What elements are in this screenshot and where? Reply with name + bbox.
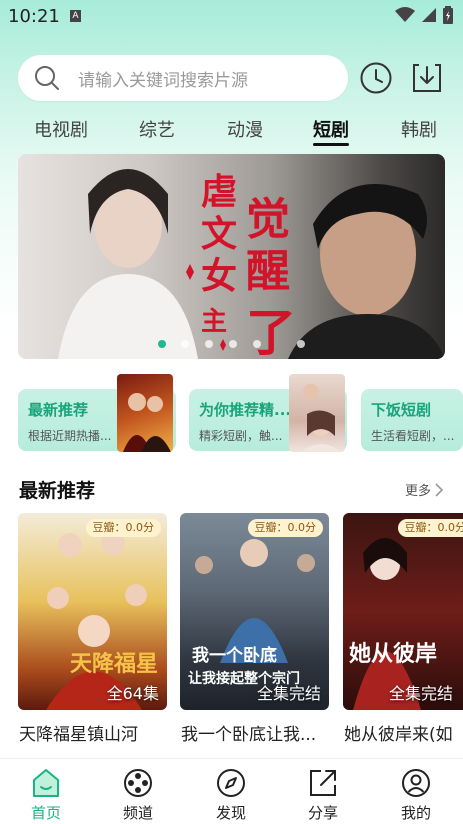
film-reel-icon <box>124 769 152 797</box>
signal-icon <box>422 8 436 22</box>
banner-dot[interactable] <box>253 340 261 348</box>
banner-dot[interactable] <box>229 340 237 348</box>
banner-dot[interactable] <box>297 340 305 348</box>
tab-variety[interactable]: 综艺 <box>139 116 175 142</box>
rating-badge: 豆瓣：0.0分 <box>85 519 161 537</box>
download-icon[interactable] <box>410 61 444 95</box>
banner-dot[interactable] <box>158 340 166 348</box>
nav-label: 频道 <box>122 804 153 822</box>
compass-icon <box>217 769 245 797</box>
search-placeholder: 请输入关键词搜索片源 <box>78 70 248 91</box>
nav-label: 分享 <box>307 804 338 822</box>
svg-text:觉: 觉 <box>246 194 290 245</box>
banner-dot[interactable] <box>181 340 189 348</box>
section-title: 最新推荐 <box>19 480 96 502</box>
rating-badge: 豆瓣：0.0分 <box>397 519 463 537</box>
episode-status: 全64集 <box>106 684 159 703</box>
more-label: 更多 <box>404 484 431 499</box>
poster-card[interactable]: 她从彼岸 豆瓣：0.0分 全集完结 <box>343 513 463 710</box>
svg-text:我一个卧底: 我一个卧底 <box>192 645 277 666</box>
active-tab-indicator <box>313 143 349 146</box>
poster-card[interactable]: 我一个卧底 让我接起整个宗门 豆瓣：0.0分 全集完结 <box>180 513 329 710</box>
nav-label: 首页 <box>30 804 61 822</box>
svg-text:女: 女 <box>201 255 237 297</box>
category-card-subtitle: 精彩短剧，触... <box>199 429 283 443</box>
category-card-dinner[interactable]: 下饭短剧 生活看短剧，... <box>361 389 463 451</box>
wifi-icon <box>395 7 415 22</box>
status-icons <box>395 6 453 24</box>
share-icon <box>310 770 336 796</box>
nav-home[interactable]: 首页 <box>16 767 76 823</box>
svg-text:了: 了 <box>246 303 296 359</box>
history-clock-icon[interactable] <box>359 61 393 95</box>
search-icon <box>35 66 59 90</box>
category-card-thumbnail <box>117 374 173 452</box>
category-card-title: 为你推荐精... <box>199 401 292 419</box>
category-tabs: 电视剧 综艺 动漫 短剧 韩剧 <box>0 112 463 152</box>
nav-channel[interactable]: 频道 <box>108 767 168 823</box>
rating-badge: 豆瓣：0.0分 <box>247 519 323 537</box>
bottom-navigation: 首页 频道 发现 分享 我的 <box>0 758 463 824</box>
search-input[interactable]: 请输入关键词搜索片源 <box>18 55 348 101</box>
nav-share[interactable]: 分享 <box>293 767 353 823</box>
poster-title[interactable]: 天降福星镇山河 <box>19 720 159 745</box>
status-bar: 10:21 A <box>0 0 463 34</box>
svg-text:文: 文 <box>201 213 237 255</box>
tab-short-drama[interactable]: 短剧 <box>313 116 349 142</box>
chevron-right-icon <box>435 482 443 497</box>
category-card-subtitle: 根据近期热播... <box>28 429 112 443</box>
poster-title[interactable]: 我一个卧底让我... <box>181 720 321 745</box>
svg-text:醒: 醒 <box>246 246 290 297</box>
more-link[interactable]: 更多 <box>405 480 443 499</box>
battery-icon <box>443 6 453 24</box>
poster-title[interactable]: 她从彼岸来(如 <box>344 720 463 745</box>
tab-anime[interactable]: 动漫 <box>227 116 263 142</box>
category-card-thumbnail <box>289 374 345 452</box>
banner-pagination <box>0 340 463 350</box>
home-icon <box>33 769 59 797</box>
nav-profile[interactable]: 我的 <box>386 767 446 823</box>
nav-discover[interactable]: 发现 <box>201 767 261 823</box>
status-time: 10:21 <box>8 6 60 27</box>
tab-korean-drama[interactable]: 韩剧 <box>401 116 437 142</box>
svg-text:她从彼岸: 她从彼岸 <box>349 641 437 667</box>
episode-status: 全集完结 <box>388 684 453 703</box>
tab-tv-series[interactable]: 电视剧 <box>34 116 88 142</box>
category-card-title: 下饭短剧 <box>371 401 432 419</box>
profile-icon <box>402 769 430 797</box>
episode-status: 全集完结 <box>256 684 321 703</box>
banner-dot[interactable] <box>205 340 213 348</box>
svg-text:天降福星: 天降福星 <box>70 651 158 677</box>
banner-artwork: 虐 文 女 主 觉 醒 了 <box>58 169 445 359</box>
category-card-title: 最新推荐 <box>28 401 89 419</box>
poster-card[interactable]: 天降福星 豆瓣：0.0分 全64集 <box>18 513 167 710</box>
category-card-subtitle: 生活看短剧，... <box>371 429 455 443</box>
status-indicator-icon: A <box>70 10 81 22</box>
svg-text:主: 主 <box>201 307 227 337</box>
nav-label: 发现 <box>215 804 246 822</box>
nav-label: 我的 <box>400 804 431 822</box>
svg-text:虐: 虐 <box>201 171 237 213</box>
banner-carousel[interactable]: 虐 文 女 主 觉 醒 了 <box>18 154 445 359</box>
